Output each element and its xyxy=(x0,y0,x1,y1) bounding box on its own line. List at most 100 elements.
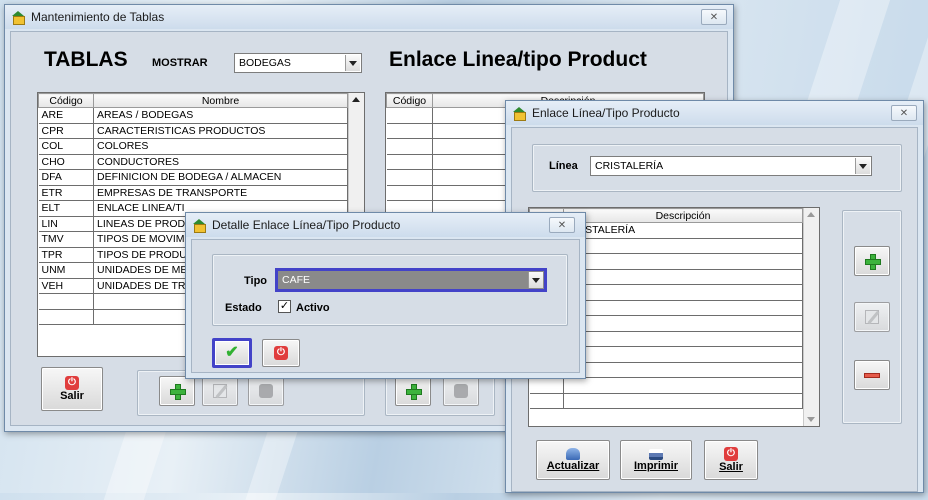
chevron-down-icon[interactable] xyxy=(345,55,360,71)
delete-enlace-button[interactable] xyxy=(443,376,479,406)
trash-icon xyxy=(454,384,468,398)
estado-label: Estado xyxy=(225,302,262,314)
delete-button[interactable] xyxy=(248,376,284,406)
cell-empty xyxy=(529,377,564,394)
table-row[interactable] xyxy=(529,393,819,409)
cell-codigo: CPR xyxy=(38,123,94,139)
scroll-up-icon[interactable] xyxy=(807,212,815,217)
cell-codigo: ELT xyxy=(38,200,94,217)
cell-empty xyxy=(386,123,433,139)
column-header-codigo[interactable]: Código xyxy=(38,93,94,108)
cell-nombre: CARACTERISTICAS PRODUCTOS xyxy=(93,123,348,139)
actualizar-button[interactable]: Actualizar xyxy=(536,440,610,480)
cell-empty xyxy=(38,293,94,310)
add-enlace-button[interactable] xyxy=(395,376,431,406)
cell-nombre: DEFINICION DE BODEGA / ALMACEN xyxy=(93,169,348,186)
column-header-nombre[interactable]: Nombre xyxy=(93,93,348,108)
chevron-down-icon[interactable] xyxy=(855,158,870,174)
pencil-icon xyxy=(865,310,879,324)
enlace-heading: Enlace Linea/tipo Product xyxy=(389,48,647,71)
activo-label: Activo xyxy=(296,302,330,314)
table-row[interactable] xyxy=(529,377,819,394)
printer-icon xyxy=(649,448,663,460)
salir-label: Salir xyxy=(60,390,84,402)
add-button[interactable] xyxy=(159,376,195,406)
detalle-dialog-titlebar[interactable]: Detalle Enlace Línea/Tipo Producto ✕ xyxy=(186,213,585,237)
home-icon xyxy=(512,107,526,121)
salir-button[interactable]: ⏻ Salir xyxy=(704,440,758,480)
remove-button[interactable] xyxy=(854,360,890,390)
column-header-descripcion[interactable]: Descripción xyxy=(563,208,803,223)
table-row[interactable]: CPR CARACTERISTICAS PRODUCTOS xyxy=(38,123,364,139)
activo-checkbox[interactable]: ✓ xyxy=(278,300,291,313)
enlace-detail-scrollbar[interactable] xyxy=(803,208,819,426)
scroll-up-icon[interactable] xyxy=(352,97,360,102)
main-window-titlebar[interactable]: Mantenimiento de Tablas ✕ xyxy=(5,5,733,29)
cell-empty xyxy=(563,393,803,409)
cell-codigo: ARE xyxy=(38,107,94,124)
table-row[interactable]: DFA DEFINICION DE BODEGA / ALMACEN xyxy=(38,169,364,186)
edit-button[interactable] xyxy=(854,302,890,332)
add-button[interactable] xyxy=(854,246,890,276)
cell-nombre: CONDUCTORES xyxy=(93,154,348,170)
tipo-value: CAFE xyxy=(282,274,311,286)
salir-button[interactable]: ⏻ Salir xyxy=(41,367,103,411)
table-row[interactable]: COL COLORES xyxy=(38,138,364,155)
power-icon: ⏻ xyxy=(65,376,79,390)
cell-nombre: AREAS / BODEGAS xyxy=(93,107,348,124)
cell-empty xyxy=(386,185,433,201)
cell-empty xyxy=(563,284,803,301)
linea-dropdown[interactable]: CRISTALERÍA xyxy=(590,156,872,176)
cell-codigo: CHO xyxy=(38,154,94,170)
cancel-button[interactable]: ⏻ xyxy=(262,339,300,367)
close-button[interactable]: ✕ xyxy=(891,105,917,121)
cell-empty xyxy=(386,138,433,155)
table-row[interactable]: ARE AREAS / BODEGAS xyxy=(38,107,364,124)
plus-icon xyxy=(865,254,881,270)
mostrar-value: BODEGAS xyxy=(239,57,291,69)
detalle-dialog: Detalle Enlace Línea/Tipo Producto ✕ Tip… xyxy=(185,212,586,379)
linea-value: CRISTALERÍA xyxy=(595,160,664,172)
cell-empty xyxy=(386,154,433,170)
home-icon xyxy=(192,219,206,233)
cell-empty xyxy=(563,253,803,270)
tipo-dropdown[interactable]: CAFE xyxy=(275,268,547,292)
cell-empty xyxy=(563,346,803,363)
table-row[interactable]: CHO CONDUCTORES xyxy=(38,154,364,170)
cell-descripcion: CRISTALERÍA xyxy=(563,222,803,239)
cell-codigo: UNM xyxy=(38,262,94,279)
close-button[interactable]: ✕ xyxy=(549,217,575,233)
column-header-codigo[interactable]: Código xyxy=(386,93,433,108)
scroll-down-icon[interactable] xyxy=(807,417,815,422)
actualizar-label: Actualizar xyxy=(546,460,600,472)
plus-icon xyxy=(406,384,422,400)
cell-nombre: COLORES xyxy=(93,138,348,155)
minus-icon xyxy=(864,372,880,378)
cell-empty xyxy=(563,362,803,378)
tipo-label: Tipo xyxy=(244,275,268,287)
pencil-icon xyxy=(213,384,227,398)
edit-button[interactable] xyxy=(202,376,238,406)
enlace-window-titlebar[interactable]: Enlace Línea/Tipo Producto ✕ xyxy=(506,101,923,125)
cell-empty xyxy=(563,331,803,347)
accept-button[interactable]: ✔ xyxy=(212,338,252,368)
mostrar-dropdown[interactable]: BODEGAS xyxy=(234,53,362,73)
check-icon: ✔ xyxy=(225,344,239,361)
cell-empty xyxy=(563,377,803,394)
table-row[interactable]: ETR EMPRESAS DE TRANSPORTE xyxy=(38,185,364,201)
imprimir-button[interactable]: Imprimir xyxy=(620,440,692,480)
detalle-dialog-title: Detalle Enlace Línea/Tipo Producto xyxy=(212,218,401,232)
chevron-down-icon[interactable] xyxy=(528,272,543,288)
mostrar-label: MOSTRAR xyxy=(152,57,208,69)
salir-label: Salir xyxy=(719,461,743,473)
linea-label: Línea xyxy=(549,160,578,172)
close-button[interactable]: ✕ xyxy=(701,9,727,25)
refresh-icon xyxy=(566,448,580,460)
cell-codigo: TMV xyxy=(38,231,94,248)
cell-empty xyxy=(529,393,564,409)
home-icon xyxy=(11,11,25,25)
cell-empty xyxy=(563,315,803,332)
cell-nombre: EMPRESAS DE TRANSPORTE xyxy=(93,185,348,201)
cell-codigo: VEH xyxy=(38,278,94,294)
trash-icon xyxy=(259,384,273,398)
